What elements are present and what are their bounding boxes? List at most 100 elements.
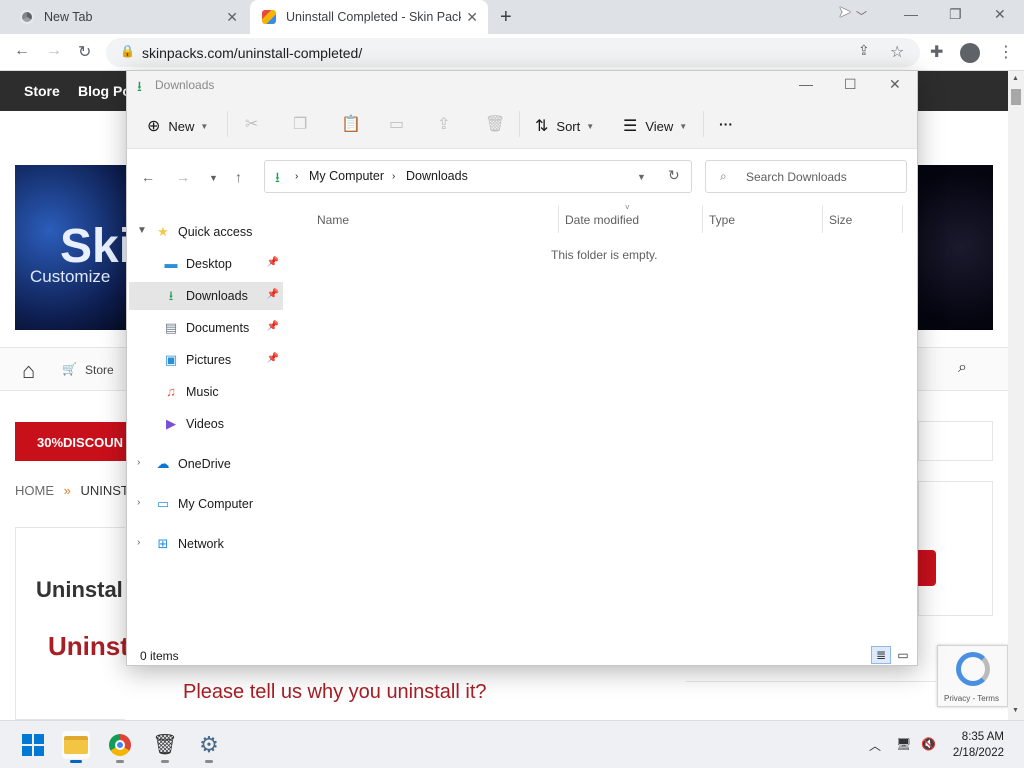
restore-icon[interactable]: ❐: [949, 6, 962, 23]
chevron-right-icon[interactable]: ›: [137, 537, 140, 548]
scroll-down-icon[interactable]: ▼: [1012, 707, 1019, 714]
path-dropdown-chevron-icon[interactable]: ▼: [637, 172, 646, 182]
search-input[interactable]: ⌕ Search Downloads: [705, 160, 907, 193]
recaptcha-badge[interactable]: Privacy - Terms: [937, 645, 1008, 707]
show-hidden-icons-chevron-icon[interactable]: ︿: [869, 737, 881, 754]
column-header-name[interactable]: Name: [317, 213, 349, 227]
recent-chevron-icon[interactable]: ▼: [209, 173, 218, 183]
back-arrow-icon[interactable]: ←: [14, 42, 30, 60]
maximize-icon[interactable]: ☐: [844, 76, 857, 93]
details-view-icon[interactable]: ≣: [871, 646, 891, 664]
address-bar[interactable]: 🔒 skinpacks.com/uninstall-completed/: [106, 38, 920, 67]
sidebar-item-documents[interactable]: ▤ Documents 📌: [129, 314, 283, 342]
recaptcha-links[interactable]: Privacy - Terms: [944, 694, 999, 703]
sidebar-item-downloads[interactable]: ⭳ Downloads 📌: [129, 282, 283, 310]
close-tab-icon[interactable]: ✕: [226, 9, 238, 26]
column-header-type[interactable]: Type: [709, 213, 735, 227]
sidebar-item-desktop[interactable]: ▬ Desktop 📌: [129, 250, 283, 278]
recycle-bin-taskbar-button[interactable]: 🗑: [151, 731, 179, 763]
chrome-taskbar-button[interactable]: [106, 731, 134, 763]
new-tab-button[interactable]: +: [500, 6, 512, 29]
column-header-date-modified[interactable]: Date modified: [565, 213, 639, 227]
close-tab-icon[interactable]: ✕: [466, 9, 478, 26]
site-banner[interactable]: Skin Customize: [15, 165, 130, 330]
chrome-menu-icon[interactable]: ⋮: [998, 42, 1014, 62]
tiles-view-icon[interactable]: ▭: [893, 646, 913, 664]
path-segment-my-computer[interactable]: My Computer: [309, 169, 384, 183]
tab-uninstall-completed[interactable]: Uninstall Completed - Skin Pack ✕: [250, 0, 488, 34]
path-segment-downloads[interactable]: Downloads: [406, 169, 468, 183]
sidebar-item-onedrive[interactable]: › ☁ OneDrive: [129, 450, 283, 478]
secnav-store-link[interactable]: Store: [85, 363, 114, 377]
sidebar-item-pictures[interactable]: ▣ Pictures 📌: [129, 346, 283, 374]
more-options-button[interactable]: ···: [719, 116, 733, 132]
view-icon: ☰: [623, 118, 638, 135]
site-search-icon[interactable]: ⌕: [958, 359, 967, 377]
forward-arrow-icon[interactable]: →: [176, 169, 190, 185]
column-divider[interactable]: [822, 205, 823, 233]
bookmark-star-icon[interactable]: ☆: [890, 42, 904, 62]
file-explorer-window: ⭳ Downloads — ☐ ✕ ⊕ New ▼ ✂ ❐ 📋 ▭ ⇪ 🗑 ⇅ …: [126, 70, 918, 666]
explorer-title-bar[interactable]: ⭳ Downloads — ☐ ✕: [127, 71, 917, 101]
empty-folder-message: This folder is empty.: [551, 248, 658, 262]
up-arrow-icon[interactable]: ↑: [235, 169, 242, 185]
home-icon[interactable]: ⌂: [22, 358, 35, 384]
share-icon[interactable]: ⇪: [437, 114, 450, 134]
column-divider[interactable]: [702, 205, 703, 233]
breadcrumb-home[interactable]: HOME: [15, 483, 54, 498]
nav-store-link[interactable]: Store: [24, 83, 60, 99]
scroll-up-icon[interactable]: ▲: [1012, 75, 1019, 82]
share-icon[interactable]: ⇪: [858, 42, 870, 59]
cut-icon[interactable]: ✂: [245, 114, 258, 134]
url-text[interactable]: skinpacks.com/uninstall-completed/: [142, 45, 362, 61]
chevron-down-icon[interactable]: ▼: [137, 225, 147, 236]
column-divider[interactable]: [558, 205, 559, 233]
discount-banner[interactable]: 30%DISCOUN: [15, 422, 130, 461]
profile-avatar-icon[interactable]: [960, 43, 980, 63]
close-icon[interactable]: ✕: [889, 76, 901, 93]
pin-icon[interactable]: 📌: [267, 353, 279, 364]
column-header-size[interactable]: Size: [829, 213, 852, 227]
sidebar-item-network[interactable]: › ⊞ Network: [129, 530, 283, 558]
start-button[interactable]: [19, 731, 47, 759]
view-button[interactable]: ☰ View ▼: [623, 116, 687, 136]
chevron-right-icon[interactable]: ›: [137, 497, 140, 508]
lock-icon[interactable]: 🔒: [120, 44, 135, 58]
chevron-right-icon[interactable]: ›: [137, 457, 140, 468]
tab-search-chevron-icon[interactable]: ﹀: [856, 8, 867, 24]
reload-icon[interactable]: ↻: [78, 42, 91, 62]
minimize-icon[interactable]: —: [799, 76, 813, 92]
sort-button[interactable]: ⇅ Sort ▼: [535, 116, 594, 136]
sidebar-item-quick-access[interactable]: ▼ ★ Quick access: [129, 218, 283, 246]
rename-icon[interactable]: ▭: [389, 114, 404, 134]
pin-icon[interactable]: 📌: [267, 257, 279, 268]
refresh-icon[interactable]: ↻: [668, 167, 680, 184]
new-button[interactable]: ⊕ New ▼: [147, 116, 208, 136]
scroll-thumb[interactable]: [1011, 89, 1021, 105]
sidebar-item-my-computer[interactable]: › ▭ My Computer: [129, 490, 283, 518]
pin-icon[interactable]: 📌: [267, 289, 279, 300]
paste-icon[interactable]: 📋: [341, 114, 361, 134]
column-divider[interactable]: [902, 205, 903, 233]
cart-icon: 🛒: [62, 362, 77, 376]
file-explorer-taskbar-button[interactable]: [62, 731, 90, 763]
network-status-icon[interactable]: 🖥: [896, 737, 911, 751]
back-arrow-icon[interactable]: ←: [141, 169, 155, 185]
sidebar-item-videos[interactable]: ▶ Videos: [129, 410, 283, 438]
address-path-box[interactable]: ⭳ › My Computer › Downloads ▼ ↻: [264, 160, 692, 193]
status-bar: 0 items ≣ ▭: [127, 645, 917, 665]
volume-muted-icon[interactable]: 🔇: [921, 737, 936, 751]
system-clock[interactable]: 8:35 AM 2/18/2022: [948, 729, 1004, 761]
forward-arrow-icon[interactable]: →: [46, 42, 62, 60]
settings-taskbar-button[interactable]: ⚙: [195, 731, 223, 763]
copy-icon[interactable]: ❐: [293, 114, 307, 134]
minimize-icon[interactable]: —: [904, 6, 918, 22]
sidebar-item-music[interactable]: ♫ Music: [129, 378, 283, 406]
delete-icon[interactable]: 🗑: [485, 114, 505, 134]
tab-new-tab[interactable]: New Tab ✕: [8, 0, 248, 34]
close-window-icon[interactable]: ✕: [994, 6, 1006, 23]
page-scrollbar[interactable]: ▲ ▼: [1008, 71, 1024, 720]
nav-blog-link[interactable]: Blog Po: [78, 83, 131, 99]
pin-icon[interactable]: 📌: [267, 321, 279, 332]
extensions-icon[interactable]: ✚: [930, 42, 943, 62]
